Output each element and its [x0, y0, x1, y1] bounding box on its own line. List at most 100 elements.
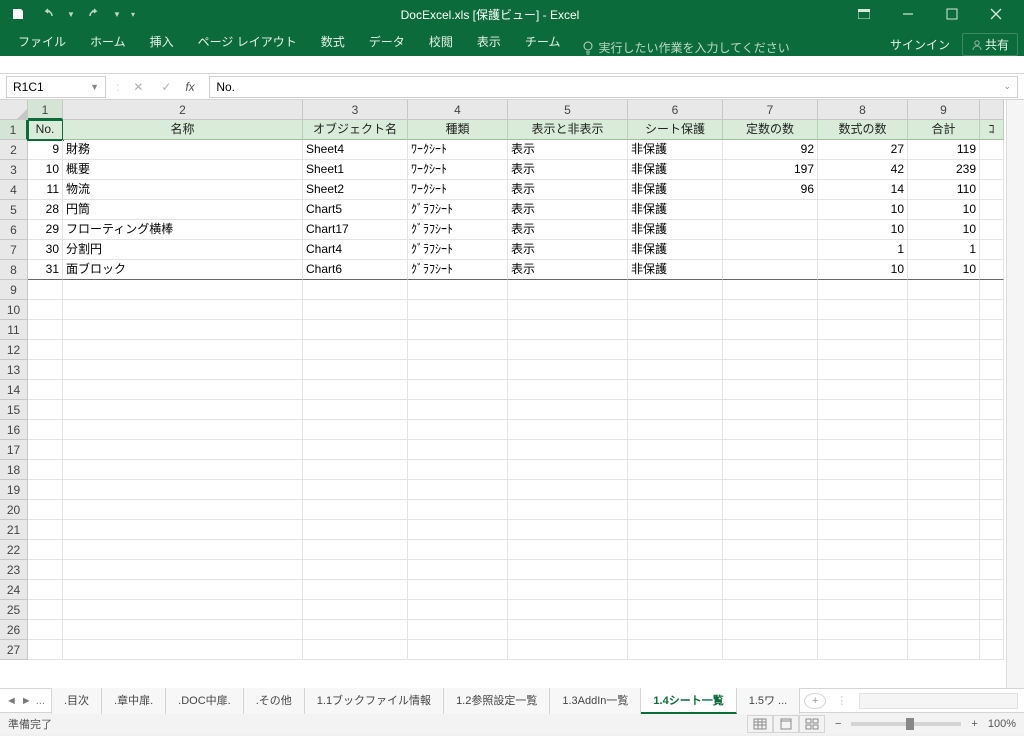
empty-cell[interactable]	[303, 480, 408, 500]
empty-cell[interactable]	[63, 460, 303, 480]
empty-cell[interactable]	[723, 280, 818, 300]
empty-cell[interactable]	[408, 420, 508, 440]
empty-cell[interactable]	[628, 380, 723, 400]
row-header[interactable]: 15	[0, 400, 28, 420]
tab-page-layout[interactable]: ページ レイアウト	[186, 27, 309, 56]
empty-cell[interactable]	[628, 300, 723, 320]
tab-splitter[interactable]: ⋮	[830, 694, 853, 707]
empty-cell[interactable]	[28, 400, 63, 420]
empty-cell[interactable]	[28, 420, 63, 440]
empty-cell[interactable]	[408, 560, 508, 580]
empty-cell[interactable]	[508, 320, 628, 340]
formula-input[interactable]: No. ⌄	[209, 76, 1018, 98]
row-header[interactable]: 12	[0, 340, 28, 360]
data-cell[interactable]: 10	[28, 160, 63, 180]
empty-cell[interactable]	[723, 620, 818, 640]
data-cell[interactable]	[723, 260, 818, 280]
empty-cell[interactable]	[628, 360, 723, 380]
header-cell[interactable]: シート保護	[628, 120, 723, 140]
empty-cell[interactable]	[63, 420, 303, 440]
sheet-tab[interactable]: .DOC中扉.	[166, 688, 244, 714]
data-cell[interactable]: 30	[28, 240, 63, 260]
empty-cell[interactable]	[408, 580, 508, 600]
empty-cell[interactable]	[908, 400, 980, 420]
empty-cell[interactable]	[63, 560, 303, 580]
empty-cell[interactable]	[818, 460, 908, 480]
data-cell[interactable]: 表示	[508, 260, 628, 280]
empty-cell[interactable]	[980, 380, 1004, 400]
column-header[interactable]: 4	[408, 100, 508, 120]
empty-cell[interactable]	[28, 440, 63, 460]
data-cell[interactable]: 表示	[508, 180, 628, 200]
row-header[interactable]: 11	[0, 320, 28, 340]
empty-cell[interactable]	[508, 340, 628, 360]
column-headers[interactable]: 123456789	[28, 100, 1004, 120]
empty-cell[interactable]	[723, 340, 818, 360]
data-cell[interactable]: 物流	[63, 180, 303, 200]
empty-cell[interactable]	[980, 500, 1004, 520]
empty-cell[interactable]	[980, 620, 1004, 640]
empty-cell[interactable]	[723, 460, 818, 480]
empty-cell[interactable]	[303, 300, 408, 320]
empty-cell[interactable]	[303, 340, 408, 360]
empty-cell[interactable]	[818, 400, 908, 420]
row-headers[interactable]: 1234567891011121314151617181920212223242…	[0, 120, 28, 688]
data-cell[interactable]: 1	[818, 240, 908, 260]
empty-cell[interactable]	[628, 480, 723, 500]
data-cell[interactable]: 表示	[508, 220, 628, 240]
empty-cell[interactable]	[28, 380, 63, 400]
sheet-tab[interactable]: .章中扉.	[102, 688, 166, 714]
empty-cell[interactable]	[723, 300, 818, 320]
add-sheet-icon[interactable]: +	[804, 693, 826, 709]
data-cell[interactable]: 財務	[63, 140, 303, 160]
empty-cell[interactable]	[818, 320, 908, 340]
empty-cell[interactable]	[408, 620, 508, 640]
data-cell[interactable]: 概要	[63, 160, 303, 180]
empty-cell[interactable]	[980, 640, 1004, 660]
header-cell[interactable]: ｺ	[980, 120, 1004, 140]
empty-cell[interactable]	[303, 520, 408, 540]
empty-cell[interactable]	[28, 520, 63, 540]
horizontal-scrollbar[interactable]	[859, 693, 1018, 709]
data-cell[interactable]: 10	[908, 220, 980, 240]
zoom-slider[interactable]	[851, 722, 961, 726]
share-button[interactable]: 共有	[962, 33, 1018, 56]
data-cell[interactable]	[723, 220, 818, 240]
empty-cell[interactable]	[303, 320, 408, 340]
empty-cell[interactable]	[303, 460, 408, 480]
empty-cell[interactable]	[408, 360, 508, 380]
row-header[interactable]: 5	[0, 200, 28, 220]
empty-cell[interactable]	[628, 620, 723, 640]
data-cell[interactable]: 面ブロック	[63, 260, 303, 280]
column-header[interactable]: 7	[723, 100, 818, 120]
tab-file[interactable]: ファイル	[6, 27, 78, 56]
empty-cell[interactable]	[408, 380, 508, 400]
empty-cell[interactable]	[508, 440, 628, 460]
empty-cell[interactable]	[63, 300, 303, 320]
header-cell[interactable]: 合計	[908, 120, 980, 140]
empty-cell[interactable]	[980, 520, 1004, 540]
data-cell[interactable]	[980, 200, 1004, 220]
empty-cell[interactable]	[28, 620, 63, 640]
empty-cell[interactable]	[508, 280, 628, 300]
redo-icon[interactable]	[82, 3, 106, 25]
empty-cell[interactable]	[628, 420, 723, 440]
empty-cell[interactable]	[980, 560, 1004, 580]
data-cell[interactable]: フローティング横棒	[63, 220, 303, 240]
row-header[interactable]: 27	[0, 640, 28, 660]
sheet-tab[interactable]: 1.4シート一覧	[641, 688, 736, 714]
data-cell[interactable]: Chart17	[303, 220, 408, 240]
empty-cell[interactable]	[723, 520, 818, 540]
minimize-icon[interactable]	[886, 0, 930, 28]
column-header[interactable]: 6	[628, 100, 723, 120]
empty-cell[interactable]	[63, 400, 303, 420]
empty-cell[interactable]	[63, 320, 303, 340]
header-cell[interactable]: 定数の数	[723, 120, 818, 140]
data-cell[interactable]: Chart4	[303, 240, 408, 260]
empty-cell[interactable]	[508, 480, 628, 500]
empty-cell[interactable]	[303, 620, 408, 640]
empty-cell[interactable]	[723, 500, 818, 520]
data-cell[interactable]: 表示	[508, 160, 628, 180]
row-header[interactable]: 2	[0, 140, 28, 160]
empty-cell[interactable]	[818, 640, 908, 660]
